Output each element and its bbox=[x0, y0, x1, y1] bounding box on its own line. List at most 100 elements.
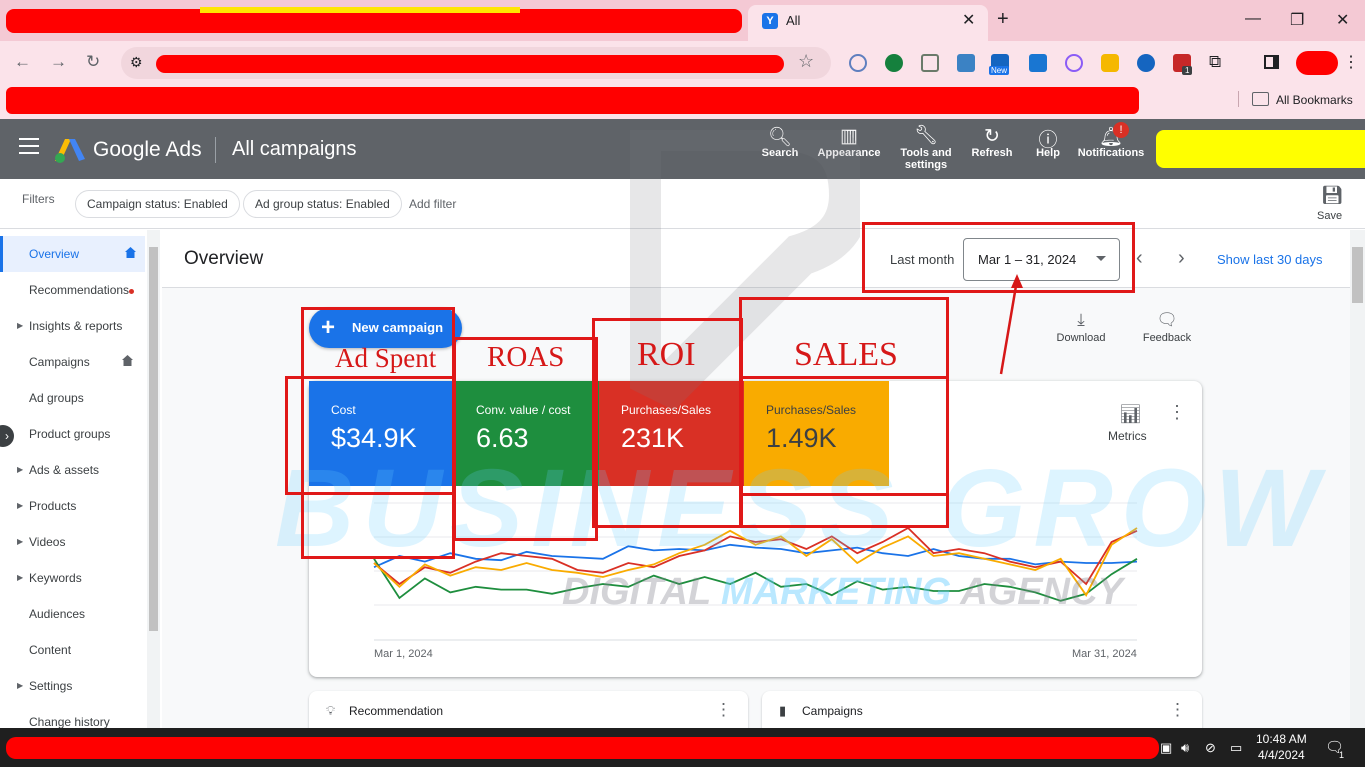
reload-icon[interactable]: ↻ bbox=[86, 52, 100, 72]
page-title: Overview bbox=[184, 248, 264, 269]
restore-icon[interactable]: ❐ bbox=[1290, 10, 1304, 30]
wrench-icon: 🔧︎ bbox=[913, 125, 939, 146]
home-icon bbox=[122, 355, 133, 366]
search-icon: 🔍︎ bbox=[767, 127, 793, 148]
bookmark-divider bbox=[1238, 91, 1239, 107]
appearance-tool-button[interactable]: ▥ Appearance bbox=[816, 125, 882, 159]
sidebar-item-audiences[interactable]: Audiences bbox=[0, 596, 145, 632]
sidebar-scroll-thumb[interactable] bbox=[149, 247, 158, 631]
filter-chip-ad-group-status[interactable]: Ad group status: Enabled bbox=[243, 190, 402, 218]
sidebar-item-overview[interactable]: Overview bbox=[0, 236, 145, 272]
clock-time[interactable]: 10:48 AM bbox=[1256, 732, 1307, 746]
search-tool-button[interactable]: 🔍︎ Search bbox=[761, 125, 799, 159]
redacted-profile[interactable] bbox=[1296, 51, 1338, 75]
window-close-icon[interactable]: ✕ bbox=[1336, 10, 1349, 30]
display-icon[interactable]: ▭ bbox=[1230, 740, 1242, 756]
network-icon[interactable]: ⊘ bbox=[1205, 740, 1216, 756]
meet-now-icon[interactable]: ▣ bbox=[1160, 740, 1172, 756]
annotation-sales: SALES bbox=[794, 336, 898, 373]
extension-icon[interactable] bbox=[1065, 54, 1083, 72]
show-last-30-days-link[interactable]: Show last 30 days bbox=[1217, 252, 1323, 267]
feedback-button[interactable]: 🗨︎ Feedback bbox=[1141, 310, 1193, 344]
tools-settings-button[interactable]: 🔧︎ Tools and settings bbox=[898, 125, 954, 171]
campaigns-card-title: Campaigns bbox=[802, 704, 863, 718]
sidebar-item-label: Ads & assets bbox=[29, 463, 100, 477]
download-button[interactable]: ⤓ Download bbox=[1056, 310, 1106, 344]
tab-title: All bbox=[786, 13, 801, 28]
expand-caret-icon: ▶ bbox=[17, 465, 24, 474]
add-filter-button[interactable]: Add filter bbox=[409, 197, 456, 211]
site-info-icon[interactable]: ⚙ bbox=[130, 54, 143, 71]
chevron-left-icon[interactable]: ‹ bbox=[1136, 247, 1143, 270]
sidebar-item-label: Content bbox=[29, 643, 72, 657]
refresh-tool-button[interactable]: ↻ Refresh bbox=[970, 125, 1014, 159]
filter-chip-campaign-status[interactable]: Campaign status: Enabled bbox=[75, 190, 240, 218]
minimize-icon[interactable]: — bbox=[1245, 10, 1261, 28]
annotation-box bbox=[739, 376, 949, 496]
sidebar-item-ads-assets[interactable]: ▶ Ads & assets bbox=[0, 452, 145, 488]
clock-date[interactable]: 4/4/2024 bbox=[1258, 748, 1305, 762]
side-panel-icon[interactable] bbox=[1264, 55, 1279, 69]
extension-icon[interactable] bbox=[849, 54, 867, 72]
recommendation-card-title: Recommendation bbox=[349, 704, 444, 718]
redacted-bookmarks bbox=[6, 87, 1139, 114]
extensions-puzzle-icon[interactable]: ⧉ bbox=[1209, 52, 1221, 72]
bell-icon: 🔔︎ bbox=[1098, 127, 1124, 148]
extension-icon[interactable] bbox=[1101, 54, 1119, 72]
tab-close-icon[interactable]: ✕ bbox=[962, 10, 975, 30]
volume-icon[interactable]: 🔊︎ bbox=[1181, 740, 1189, 756]
all-bookmarks-link[interactable]: All Bookmarks bbox=[1276, 93, 1353, 107]
metrics-button[interactable]: Metrics bbox=[1108, 429, 1147, 443]
redacted-account[interactable] bbox=[1156, 130, 1365, 168]
sidebar-item-recommendations[interactable]: Recommendations bbox=[0, 272, 145, 308]
x-axis-end-label: Mar 31, 2024 bbox=[1072, 648, 1137, 660]
expand-caret-icon: ▶ bbox=[17, 573, 24, 582]
annotation-ad-spent: Ad Spent bbox=[335, 343, 437, 373]
page-section-title: All campaigns bbox=[232, 138, 357, 160]
sidebar-item-product-groups[interactable]: Product groups bbox=[0, 416, 145, 452]
sidebar-item-campaigns[interactable]: Campaigns bbox=[0, 344, 145, 380]
more-options-icon[interactable]: ⋮ bbox=[715, 700, 732, 720]
browser-menu-icon[interactable]: ⋮ bbox=[1343, 52, 1359, 72]
expand-caret-icon: ▶ bbox=[17, 501, 24, 510]
sidebar-item-content[interactable]: Content bbox=[0, 632, 145, 668]
forward-icon[interactable]: → bbox=[50, 52, 67, 72]
back-icon[interactable]: ← bbox=[14, 52, 31, 72]
metrics-chart-icon[interactable]: 📊︎ bbox=[1119, 404, 1142, 425]
save-button[interactable]: Save bbox=[1317, 210, 1342, 222]
download-icon: ⤓ bbox=[1077, 310, 1085, 329]
extension-icon[interactable] bbox=[957, 54, 975, 72]
sidebar-item-products[interactable]: ▶ Products bbox=[0, 488, 145, 524]
active-tab[interactable] bbox=[748, 5, 988, 41]
recommendations-alert-dot bbox=[129, 289, 134, 294]
main-scrollbar[interactable] bbox=[1350, 230, 1365, 728]
more-options-icon[interactable]: ⋮ bbox=[1168, 402, 1186, 423]
feedback-icon: 🗨︎ bbox=[1156, 310, 1178, 329]
redacted-tab-highlight bbox=[200, 7, 520, 13]
more-options-icon[interactable]: ⋮ bbox=[1169, 700, 1186, 720]
home-icon bbox=[125, 247, 136, 258]
save-icon[interactable]: 💾︎ bbox=[1321, 185, 1344, 206]
lightbulb-icon: 💡︎ bbox=[326, 703, 336, 718]
sidebar-item-keywords[interactable]: ▶ Keywords bbox=[0, 560, 145, 596]
sidebar-item-label: Keywords bbox=[29, 571, 82, 585]
annotation-box bbox=[285, 376, 455, 495]
chevron-right-icon[interactable]: › bbox=[1178, 247, 1185, 270]
folder-icon bbox=[1252, 92, 1269, 106]
sidebar-item-ad-groups[interactable]: Ad groups bbox=[0, 380, 145, 416]
sidebar-item-insights-reports[interactable]: ▶ Insights & reports bbox=[0, 308, 145, 344]
product-name: Google Ads bbox=[93, 138, 202, 161]
new-tab-icon[interactable]: + bbox=[997, 8, 1009, 31]
sidebar-item-videos[interactable]: ▶ Videos bbox=[0, 524, 145, 560]
grammarly-icon[interactable] bbox=[885, 54, 903, 72]
sidebar-item-settings[interactable]: ▶ Settings bbox=[0, 668, 145, 704]
notifications-tool-button[interactable]: 🔔︎ Notifications bbox=[1076, 125, 1146, 159]
bookmark-star-icon[interactable]: ☆ bbox=[798, 51, 814, 72]
download-extension-icon[interactable] bbox=[1029, 54, 1047, 72]
sidebar-item-label: Product groups bbox=[29, 427, 111, 441]
hamburger-menu-icon[interactable] bbox=[19, 138, 39, 154]
help-tool-button[interactable]: ⓘ Help bbox=[1031, 125, 1065, 159]
eye-extension-icon[interactable] bbox=[1137, 54, 1155, 72]
extension-icon[interactable] bbox=[921, 54, 939, 72]
main-scroll-thumb[interactable] bbox=[1352, 247, 1363, 303]
